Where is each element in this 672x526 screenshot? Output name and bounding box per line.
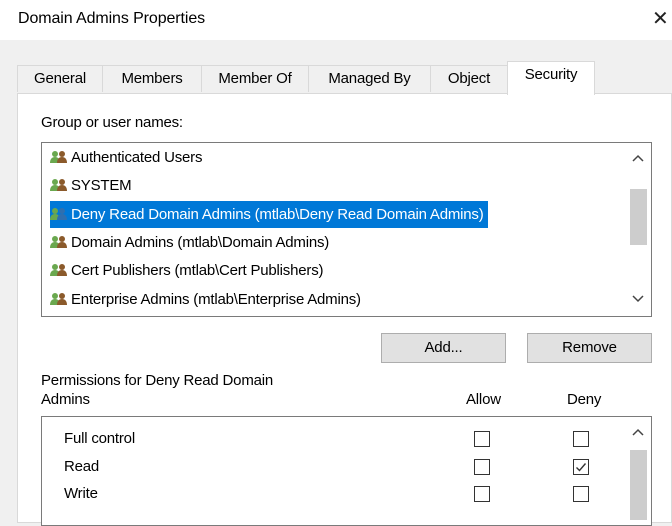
- close-icon[interactable]: ✕: [652, 6, 672, 32]
- principal-label: Authenticated Users: [71, 149, 203, 166]
- window-title: Domain Admins Properties: [18, 10, 206, 27]
- scroll-thumb[interactable]: [630, 189, 647, 245]
- users-icon: [50, 151, 67, 163]
- deny-column-header: Deny: [567, 391, 602, 408]
- allow-full-control-checkbox[interactable]: [474, 431, 490, 447]
- users-icon: [50, 236, 67, 248]
- tab-object[interactable]: Object: [430, 65, 508, 92]
- deny-full-control-checkbox[interactable]: [573, 431, 589, 447]
- allow-read-checkbox[interactable]: [474, 459, 490, 475]
- allow-column-header: Allow: [466, 391, 501, 408]
- list-item-selected[interactable]: Deny Read Domain Admins (mtlab\Deny Read…: [50, 201, 488, 228]
- scroll-up-icon[interactable]: [625, 147, 651, 169]
- title-bar: Domain Admins Properties ✕: [0, 0, 672, 40]
- remove-button[interactable]: Remove: [527, 333, 652, 363]
- permissions-label-line2: Admins: [41, 391, 90, 408]
- list-item[interactable]: SYSTEM: [50, 172, 132, 199]
- principal-label: Domain Admins (mtlab\Domain Admins): [71, 234, 330, 251]
- permissions-label-line1: Permissions for Deny Read Domain: [41, 372, 274, 389]
- principal-label: Cert Publishers (mtlab\Cert Publishers): [71, 262, 324, 279]
- group-user-names-label: Group or user names:: [41, 114, 183, 131]
- list-item[interactable]: Enterprise Admins (mtlab\Enterprise Admi…: [50, 286, 361, 313]
- permissions-scrollbar[interactable]: [625, 417, 651, 525]
- principal-label: Deny Read Domain Admins (mtlab\Deny Read…: [71, 206, 484, 223]
- tab-general[interactable]: General: [17, 65, 103, 92]
- permission-name: Full control: [64, 430, 135, 447]
- scroll-thumb[interactable]: [630, 450, 647, 520]
- permission-name: Write: [64, 485, 98, 502]
- scroll-down-icon[interactable]: [625, 288, 651, 310]
- principal-label: SYSTEM: [71, 177, 132, 194]
- list-item[interactable]: Cert Publishers (mtlab\Cert Publishers): [50, 257, 323, 284]
- list-item[interactable]: Domain Admins (mtlab\Domain Admins): [50, 229, 329, 256]
- checkmark-icon: [576, 463, 587, 472]
- principals-scrollbar[interactable]: [625, 143, 651, 316]
- users-icon: [50, 208, 67, 220]
- users-icon: [50, 264, 67, 276]
- list-item[interactable]: Authenticated Users: [50, 144, 202, 171]
- scroll-up-icon[interactable]: [625, 421, 651, 443]
- tab-member-of[interactable]: Member Of: [201, 65, 309, 92]
- users-icon: [50, 293, 67, 305]
- tab-members[interactable]: Members: [102, 65, 202, 92]
- users-icon: [50, 179, 67, 191]
- principal-label: Enterprise Admins (mtlab\Enterprise Admi…: [71, 291, 361, 308]
- principals-listbox[interactable]: Authenticated Users SYSTEM Deny Read Dom…: [41, 142, 652, 317]
- add-button[interactable]: Add...: [381, 333, 506, 363]
- permission-name: Read: [64, 458, 100, 475]
- deny-write-checkbox[interactable]: [573, 486, 589, 502]
- tab-security[interactable]: Security: [507, 61, 595, 95]
- deny-read-checkbox[interactable]: [573, 459, 589, 475]
- permissions-list: Full control Read Write: [41, 416, 652, 526]
- tab-managed-by[interactable]: Managed By: [308, 65, 431, 92]
- allow-write-checkbox[interactable]: [474, 486, 490, 502]
